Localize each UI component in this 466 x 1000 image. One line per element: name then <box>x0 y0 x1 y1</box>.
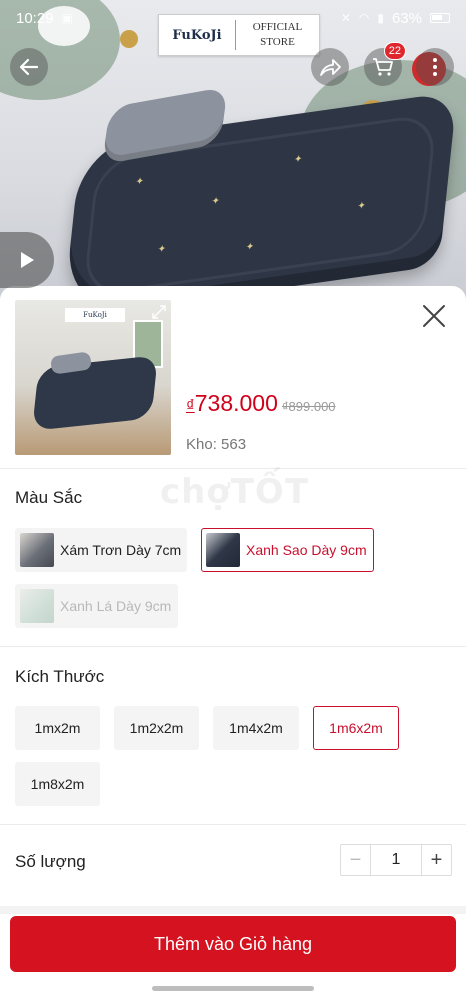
color-option-navy-star[interactable]: Xanh Sao Dày 9cm <box>201 528 374 572</box>
increase-quantity-button[interactable]: + <box>421 845 451 875</box>
play-icon <box>21 252 34 268</box>
signal-icon: ▮ <box>377 11 384 25</box>
status-bar: 10:29 ▣ ✕ ◠ ▮ 63% <box>0 0 466 36</box>
more-vertical-icon <box>433 58 437 76</box>
original-price: ₫899.000 <box>281 399 336 414</box>
divider <box>0 824 466 825</box>
watermark: chợTỐT <box>160 472 310 512</box>
currency-symbol: ₫ <box>186 396 195 415</box>
color-swatch <box>20 533 54 567</box>
footer-separator <box>0 906 466 914</box>
color-swatch <box>20 589 54 623</box>
size-option-label: 1m8x2m <box>30 776 85 792</box>
product-thumbnail[interactable]: FuKoJi <box>15 300 171 455</box>
variant-selection-sheet: FuKoJi ₫738.000 ₫899.000 Kho: 563 chợTỐT… <box>0 286 466 1000</box>
cart-button[interactable]: 22 <box>364 42 406 86</box>
color-option-label: Xanh Sao Dày 9cm <box>246 542 367 558</box>
size-section-title: Kích Thước <box>15 667 105 686</box>
cart-count-badge: 22 <box>383 42 406 60</box>
home-indicator <box>152 986 314 991</box>
size-option-label: 1mx2m <box>34 720 81 736</box>
size-option-1mx2m[interactable]: 1mx2m <box>15 706 100 750</box>
quantity-value[interactable]: 1 <box>371 845 421 875</box>
color-option-green[interactable]: Xanh Lá Dày 9cm <box>15 584 178 628</box>
share-arrow-icon <box>320 59 341 76</box>
price-value: 738.000 <box>194 390 278 416</box>
decrease-quantity-button[interactable]: − <box>341 845 371 875</box>
divider <box>0 646 466 647</box>
product-image-area[interactable]: ✦ ✦ ✦ ✦ ✦ ✦ 10:29 ▣ ✕ ◠ ▮ 63% FuKoJi OFF… <box>0 0 466 300</box>
size-option-1m6x2m[interactable]: 1m6x2m <box>313 706 399 750</box>
quantity-label: Số lượng <box>15 852 86 871</box>
more-menu-button[interactable] <box>416 48 454 86</box>
wifi-icon: ◠ <box>358 11 370 25</box>
size-option-label: 1m4x2m <box>229 720 283 736</box>
back-button[interactable] <box>10 48 48 86</box>
cart-icon <box>373 58 393 76</box>
color-section-title: Màu Sắc <box>15 488 83 507</box>
share-button[interactable] <box>311 48 349 86</box>
add-to-cart-button[interactable]: Thêm vào Giỏ hàng <box>10 916 456 972</box>
divider <box>0 468 466 469</box>
size-option-1m8x2m[interactable]: 1m8x2m <box>15 762 100 806</box>
quantity-stepper: − 1 + <box>340 844 452 876</box>
expand-icon[interactable] <box>151 304 167 320</box>
price-row: ₫738.000 ₫899.000 <box>186 390 336 417</box>
stock-label: Kho: 563 <box>186 436 247 453</box>
color-swatch <box>206 533 240 567</box>
size-option-1m4x2m[interactable]: 1m4x2m <box>213 706 299 750</box>
color-option-label: Xám Trơn Dày 7cm <box>60 542 182 558</box>
battery-percent: 63% <box>391 9 422 27</box>
size-option-label: 1m2x2m <box>129 720 184 736</box>
notification-icon: ▣ <box>61 11 73 25</box>
color-option-grey[interactable]: Xám Trơn Dày 7cm <box>15 528 187 572</box>
current-price: ₫738.000 <box>186 390 278 417</box>
color-option-label: Xanh Lá Dày 9cm <box>60 598 172 614</box>
battery-icon <box>430 13 450 23</box>
size-option-label: 1m6x2m <box>329 720 383 736</box>
play-video-button[interactable] <box>0 232 54 288</box>
mute-icon: ✕ <box>340 11 351 25</box>
arrow-left-icon <box>19 58 39 76</box>
close-icon[interactable] <box>420 302 448 330</box>
thumb-logo: FuKoJi <box>65 308 125 322</box>
size-option-1m2x2m[interactable]: 1m2x2m <box>114 706 199 750</box>
status-time: 10:29 <box>16 9 54 27</box>
